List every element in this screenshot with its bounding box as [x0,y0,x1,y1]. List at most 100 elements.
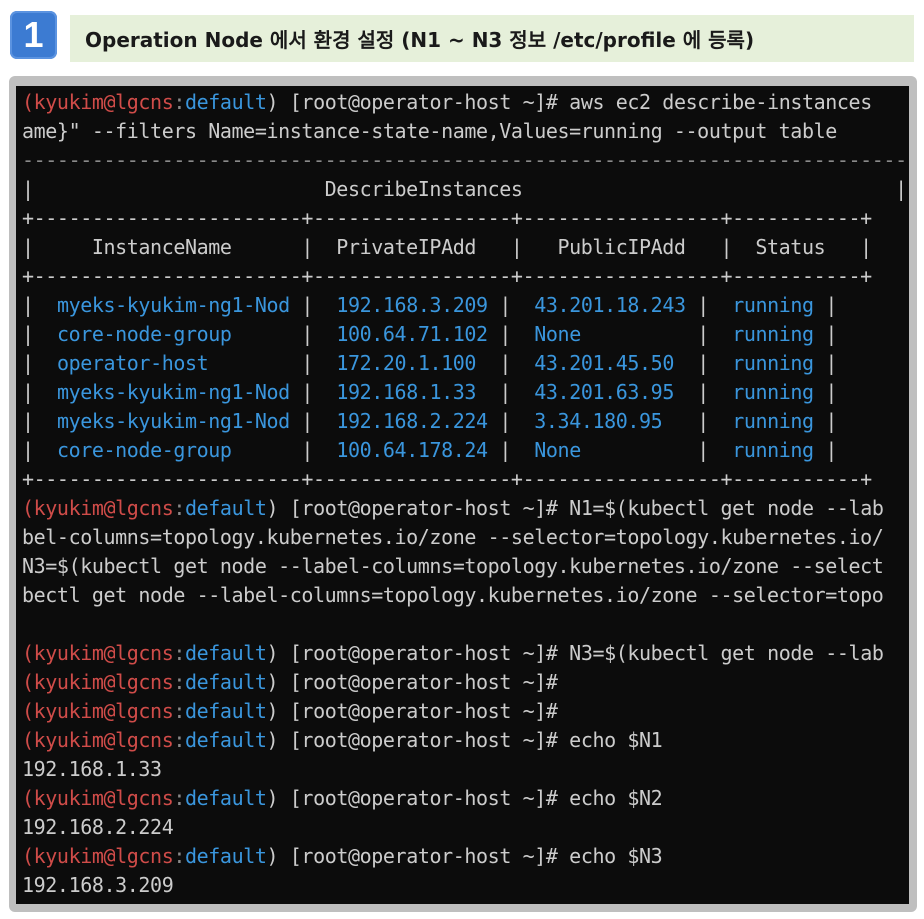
prompt-profile: default [185,90,267,114]
prompt-separator: : [173,90,185,114]
prompt-user: (kyukim@lgcns [22,90,174,114]
table-cell-border: | [825,293,837,317]
prompt-user: (kyukim@lgcns [22,641,174,665]
table-separator: +-----------------------+---------------… [22,465,872,494]
table-cell-border: | [685,351,733,375]
table-header: | InstanceName | PrivateIPAdd | PublicIP… [22,235,872,259]
terminal-window[interactable]: (kyukim@lgcns:default) [root@operator-ho… [16,86,909,904]
table-cell-border: | [685,380,733,404]
private-ip: 192.168.2.224 [336,409,488,433]
instance-name: myeks-kyukim-ng1-Nod [56,293,290,317]
command-text: aws ec2 describe-instances [569,90,872,114]
prompt-separator: : [173,844,185,868]
command-text: bel-columns=topology.kubernetes.io/zone … [22,525,884,549]
table-cell-border: | [825,322,837,346]
command-output: 192.168.1.33 [22,757,162,781]
command-text: echo $N3 [569,844,663,868]
table-row: | myeks-kyukim-ng1-Nod | 192.168.2.224 |… [22,407,837,436]
prompt-separator: : [173,699,185,723]
terminal-line-wrap: bel-columns=topology.kubernetes.io/zone … [22,523,884,552]
table-cell-border: | [289,293,337,317]
table-cell-border: | [22,409,57,433]
public-ip: 43.201.18.243 [534,293,686,317]
table-row: | core-node-group | 100.64.178.24 | None… [22,436,837,465]
table-cell-border: | [825,409,837,433]
terminal-line-output2: 192.168.2.224 [22,813,174,842]
instance-name: core-node-group [56,438,290,462]
prompt-user: (kyukim@lgcns [22,728,174,752]
table-border: +-----------------------+---------------… [22,206,872,230]
terminal-line-echo2: (kyukim@lgcns:default) [root@operator-ho… [22,784,663,813]
prompt-host: ) [root@operator-host ~]# [266,670,570,694]
terminal-line-echo3: (kyukim@lgcns:default) [root@operator-ho… [22,842,663,871]
prompt-user: (kyukim@lgcns [22,699,174,723]
prompt-separator: : [173,641,185,665]
terminal-line-echo1: (kyukim@lgcns:default) [root@operator-ho… [22,726,663,755]
public-ip: None [534,322,686,346]
table-border-top: ----------------------------------------… [22,146,907,175]
terminal-line-n1-command: (kyukim@lgcns:default) [root@operator-ho… [22,494,884,523]
table-cell-border: | [685,322,733,346]
table-row: | myeks-kyukim-ng1-Nod | 192.168.3.209 |… [22,291,837,320]
table-cell-border: | [289,438,337,462]
terminal-line-prompt: (kyukim@lgcns:default) [root@operator-ho… [22,697,569,726]
public-ip: None [534,438,686,462]
table-cell-border: | [825,438,837,462]
instance-name: myeks-kyukim-ng1-Nod [56,409,290,433]
table-border: ----------------------------------------… [22,148,907,172]
prompt-separator: : [173,728,185,752]
table-border: +-----------------------+---------------… [22,264,872,288]
table-row: | core-node-group | 100.64.71.102 | None… [22,320,837,349]
prompt-host: ) [root@operator-host ~]# [266,728,570,752]
prompt-host: ) [root@operator-host ~]# [266,496,570,520]
prompt-host: ) [root@operator-host ~]# [266,641,570,665]
table-header-row: | InstanceName | PrivateIPAdd | PublicIP… [22,233,872,262]
prompt-user: (kyukim@lgcns [22,670,174,694]
prompt-host: ) [root@operator-host ~]# [266,699,570,723]
table-border: +-----------------------+---------------… [22,467,872,491]
table-cell-border: | [22,293,57,317]
prompt-profile: default [185,844,267,868]
table-cell-border: | [22,380,57,404]
table-cell-border: | [22,438,57,462]
table-cell-border: | [685,438,733,462]
prompt-separator: : [173,670,185,694]
table-cell-border: | [487,438,535,462]
step-number-badge: 1 [10,11,57,59]
private-ip: 192.168.3.209 [336,293,488,317]
instance-status: running [732,380,826,404]
prompt-profile: default [185,641,267,665]
command-text: bectl get node --label-columns=topology.… [22,583,884,607]
table-cell-border: | [825,380,837,404]
table-title: | DescribeInstances | [22,177,907,201]
table-cell-border: | [487,409,535,433]
instance-status: running [732,351,826,375]
instance-status: running [732,438,826,462]
table-cell-border: | [487,293,535,317]
command-text: ame}" --filters Name=instance-state-name… [22,119,837,143]
instance-name: operator-host [56,351,290,375]
section-title-text: Operation Node 에서 환경 설정 (N1 ~ N3 정보 /etc… [85,28,755,52]
command-text: N1=$(kubectl get node --lab [569,496,884,520]
command-text: N3=$(kubectl get node --lab [569,641,884,665]
table-cell-border: | [685,293,733,317]
table-cell-border: | [487,322,535,346]
table-row: | operator-host | 172.20.1.100 | 43.201.… [22,349,837,378]
instance-status: running [732,322,826,346]
terminal-line-output1: 192.168.1.33 [22,755,162,784]
public-ip: 3.34.180.95 [534,409,686,433]
table-cell-border: | [289,409,337,433]
command-output: 192.168.3.209 [22,873,174,897]
table-cell-border: | [825,351,837,375]
command-text: echo $N2 [569,786,663,810]
table-cell-border: | [685,409,733,433]
prompt-host: ) [root@operator-host ~]# [266,90,570,114]
table-cell-border: | [289,351,337,375]
table-cell-border: | [487,380,535,404]
instance-status: running [732,409,826,433]
private-ip: 100.64.178.24 [336,438,488,462]
private-ip: 172.20.1.100 [336,351,488,375]
instance-name: core-node-group [56,322,290,346]
prompt-host: ) [root@operator-host ~]# [266,844,570,868]
instance-name: myeks-kyukim-ng1-Nod [56,380,290,404]
